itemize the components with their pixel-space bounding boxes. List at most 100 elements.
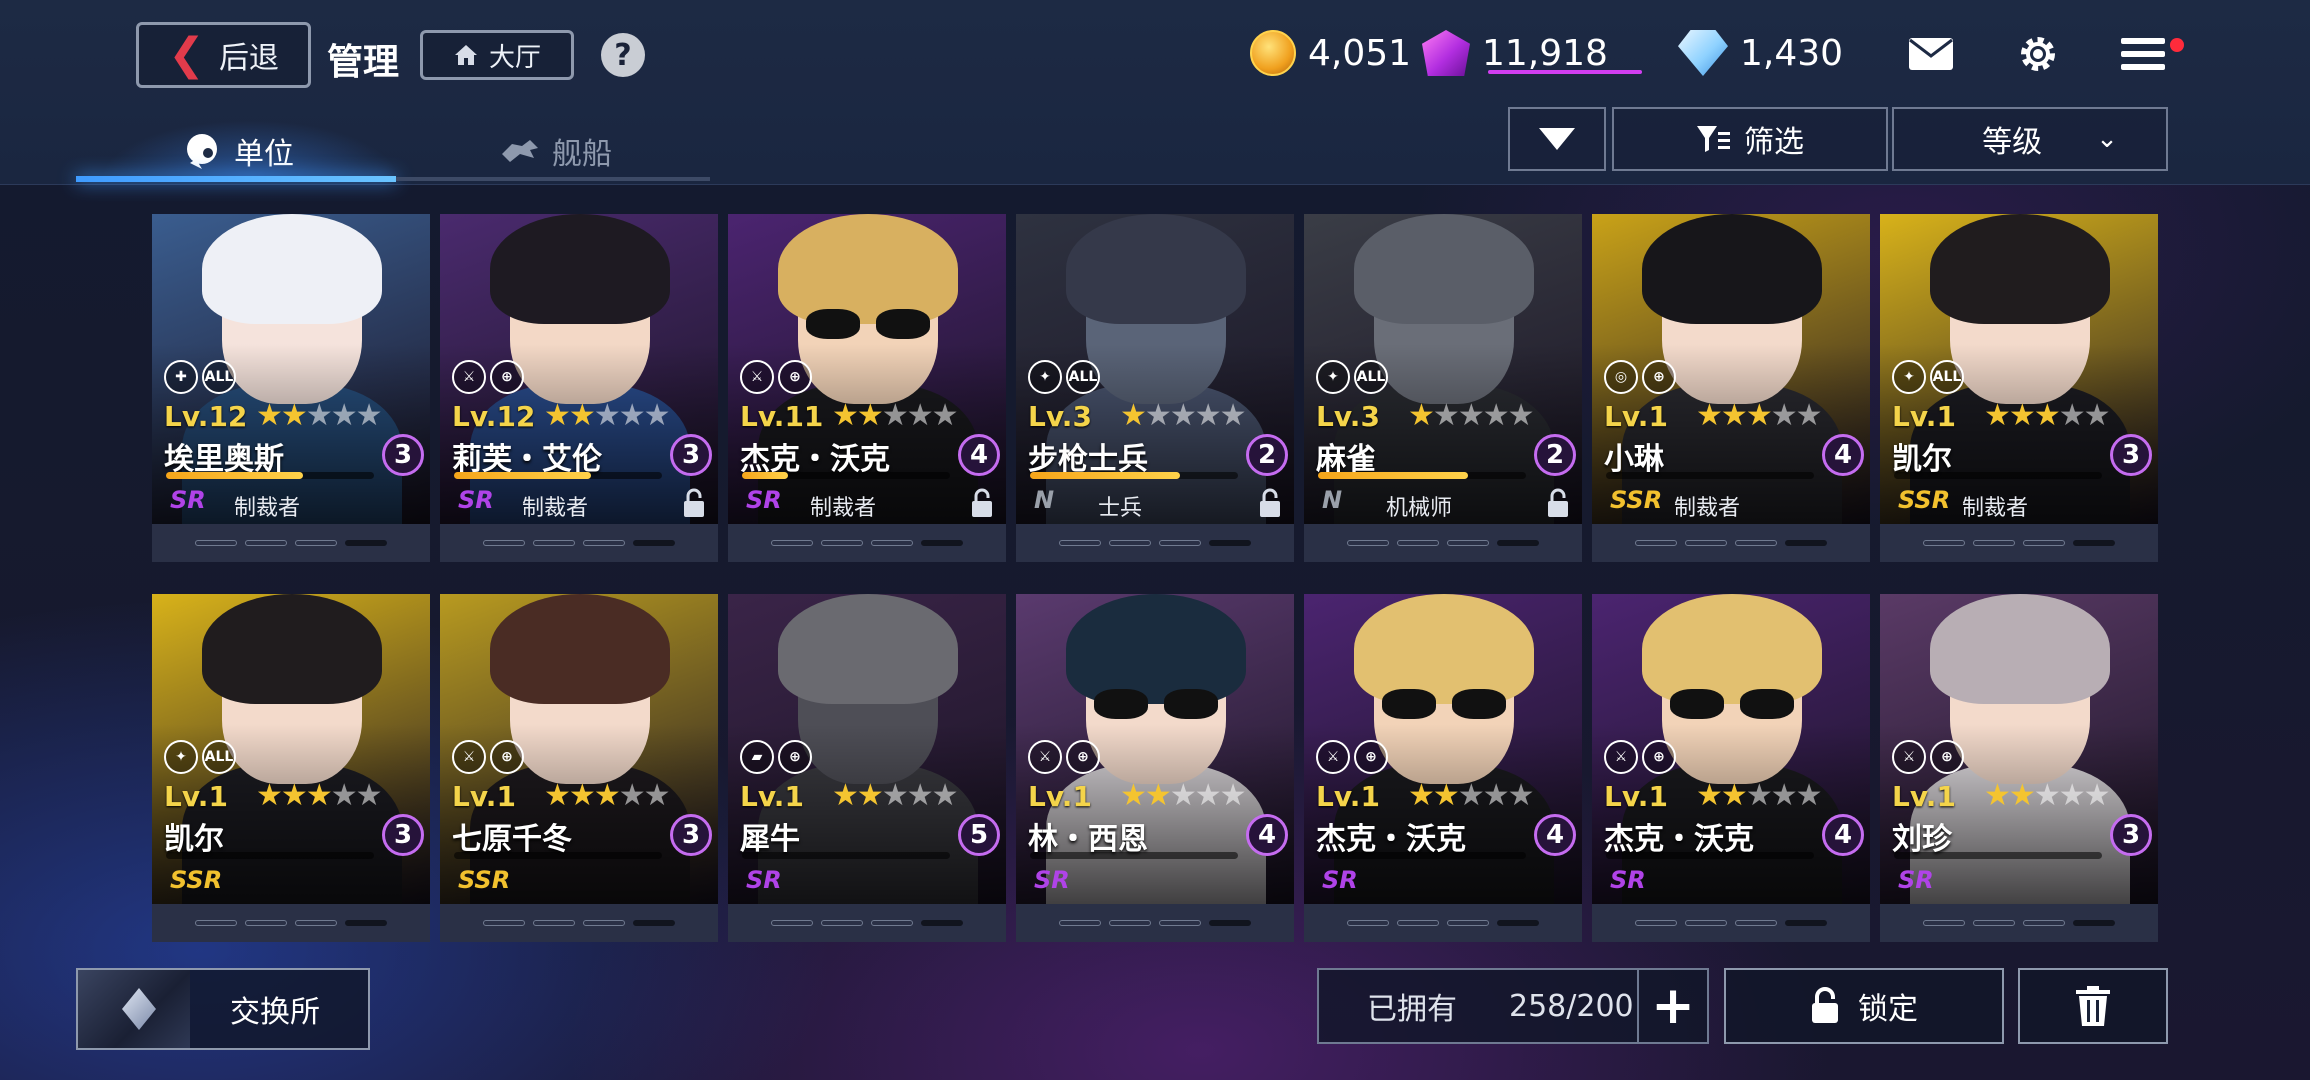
portrait-hair [490,214,670,324]
delete-button[interactable] [2018,968,2168,1044]
unit-level: Lv.12 [164,400,248,433]
back-button[interactable]: ❮ 后退 [136,22,311,88]
unit-stars: ★★★★★ [256,398,383,433]
owned-count: 258/200 [1509,988,1634,1024]
gold-currency[interactable]: 4,051 [1250,30,1411,76]
unit-cost-badge: 3 [382,434,424,476]
unit-rarity: SR [1610,866,1646,894]
unit-cost-badge: 3 [382,814,424,856]
unit-card[interactable]: ⚔ ⊕ Lv.1 ★★★★★ 刘珍 3 SR [1880,594,2158,942]
star-empty-icon: ★ [1432,398,1460,433]
star-empty-icon: ★ [1795,778,1823,813]
equipment-slot [871,540,913,546]
equipment-slot [1635,920,1677,926]
star-empty-icon: ★ [618,778,646,813]
sword-icon: ⚔ [740,360,774,394]
tab-units[interactable]: 单位 [182,122,294,180]
equipment-slot [821,920,863,926]
expand-capacity-button[interactable]: + [1637,970,1707,1042]
filter-button[interactable]: 筛选 [1612,107,1888,171]
sort-direction-button[interactable] [1508,107,1606,171]
home-icon [454,45,477,65]
equipment-slot [1785,540,1827,546]
unit-card[interactable]: ⚔ ⊕ Lv.1 ★★★★★ 杰克・沃克 4 SR [1592,594,1870,942]
unit-card[interactable]: ◎ ⊕ Lv.1 ★★★★★ 小琳 4 SSR 制裁者 [1592,214,1870,562]
unit-card[interactable]: ✚ ALL Lv.12 ★★★★★ 埃里奥斯 3 SR 制裁者 [152,214,430,562]
unit-card[interactable]: ✦ ALL Lv.1 ★★★★★ 凯尔 3 SSR 制裁者 [1880,214,2158,562]
help-button[interactable]: ? [601,33,645,77]
star-empty-icon: ★ [1482,398,1510,433]
unit-rarity: SSR [170,866,223,894]
menu-button[interactable] [2118,32,2168,76]
unit-level: Lv.1 [1892,400,1956,433]
unit-cost-badge: 3 [670,434,712,476]
gold-coin-icon [1250,30,1296,76]
unit-exp-bar [166,472,374,479]
star-filled-icon: ★ [1408,778,1435,813]
mail-button[interactable] [1906,32,1956,76]
unit-card[interactable]: ✦ ALL Lv.3 ★★★★★ 麻雀 2 N 机械师 [1304,214,1582,562]
filter-button-label: 筛选 [1744,125,1804,160]
unit-class: 制裁者 [234,496,301,521]
unit-level: Lv.1 [452,780,516,813]
ground-target-icon: ⊕ [490,360,524,394]
exchange-button-label: 交换所 [230,995,320,1030]
unit-card[interactable]: ⚔ ⊕ Lv.1 ★★★★★ 林・西恩 4 SR [1016,594,1294,942]
star-filled-icon: ★ [856,398,884,433]
hamburger-menu-icon [2121,38,2165,70]
unit-stars: ★★★★★ [256,778,383,813]
equipment-slot [1973,920,2015,926]
lock-button[interactable]: 锁定 [1724,968,2004,1044]
lobby-button[interactable]: 大厅 [420,30,574,80]
unit-card[interactable]: ▰ ⊕ Lv.1 ★★★★★ 犀牛 5 SR [728,594,1006,942]
unit-equipment-slots [728,904,1006,942]
settings-button[interactable] [2013,32,2063,76]
unit-exp-bar [1894,852,2102,859]
equipment-slot [245,920,287,926]
tab-ships[interactable]: 舰船 [500,122,612,180]
star-filled-icon: ★ [832,778,859,813]
equipment-slot [1347,540,1389,546]
equipment-slot [483,540,525,546]
rifle-icon: ✦ [1892,360,1926,394]
unit-card[interactable]: ⚔ ⊕ Lv.1 ★★★★★ 七原千冬 3 SSR [440,594,718,942]
unit-stars: ★★★★★ [1120,398,1247,433]
exchange-button[interactable]: 交换所 [76,968,370,1050]
unit-card[interactable]: ✦ ALL Lv.3 ★★★★★ 步枪士兵 2 N 士兵 [1016,214,1294,562]
portrait-hair [490,594,670,704]
star-filled-icon: ★ [1120,778,1147,813]
unit-type-icons: ◎ ⊕ [1604,360,1676,394]
unit-exp-bar [166,852,374,859]
chevron-down-icon: ⌄ [2096,124,2118,154]
mail-icon [1909,38,1953,70]
unit-card[interactable]: ⚔ ⊕ Lv.12 ★★★★★ 莉芙・艾伦 3 SR 制裁者 [440,214,718,562]
unit-exp-bar [1318,472,1526,479]
unit-cost-badge: 4 [958,434,1000,476]
unit-stars: ★★★★★ [544,778,671,813]
equipment-slot [1785,920,1827,926]
unit-card[interactable]: ✦ ALL Lv.1 ★★★★★ 凯尔 3 SSR [152,594,430,942]
sword-icon: ⚔ [452,740,486,774]
unit-card[interactable]: ⚔ ⊕ Lv.1 ★★★★★ 杰克・沃克 4 SR [1304,594,1582,942]
unit-level: Lv.3 [1028,400,1092,433]
unit-exp-fill [454,472,592,479]
unit-equipment-slots [440,904,718,942]
unit-equipment-slots [152,524,430,562]
unit-card[interactable]: ⚔ ⊕ Lv.11 ★★★★★ 杰克・沃克 4 SR 制裁者 [728,214,1006,562]
portrait-hair [1066,214,1246,324]
ground-target-icon: ⊕ [1066,740,1100,774]
unit-level: Lv.1 [1028,780,1092,813]
ground-target-icon: ⊕ [778,360,812,394]
unit-level: Lv.1 [1604,400,1668,433]
portrait-hair [778,214,958,324]
star-empty-icon: ★ [618,398,646,433]
unit-level: Lv.1 [1892,780,1956,813]
unit-equipment-slots [152,904,430,942]
ground-target-icon: ⊕ [1354,740,1388,774]
unit-type-icons: ⚔ ⊕ [452,740,524,774]
unit-class: 士兵 [1098,496,1143,521]
blue-diamond-currency[interactable]: 1,430 [1678,30,1843,76]
lock-icon [1812,987,1838,1023]
unit-rarity: SR [458,486,494,514]
sort-by-dropdown[interactable]: 等级 ⌄ [1892,107,2168,171]
